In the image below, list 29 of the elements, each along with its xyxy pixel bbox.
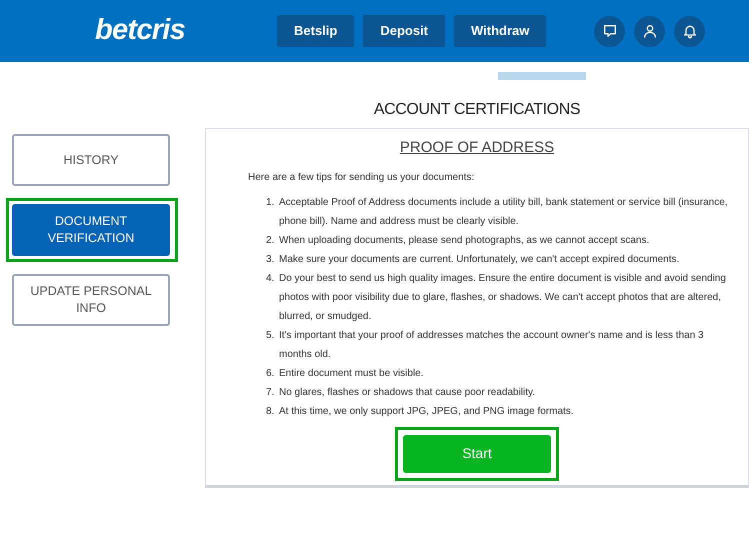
list-number: 8.	[266, 404, 276, 418]
list-number: 4.	[266, 272, 276, 286]
tip-text: Entire document must be visible.	[279, 366, 424, 380]
chat-icon[interactable]	[594, 16, 625, 46]
logo[interactable]: betcris	[95, 9, 255, 53]
tip-text: Make sure your documents are current. Unfortunately, we can't accept expired documents.	[279, 252, 680, 266]
tip-text: At this time, we only support JPG, JPEG, and PNG image formats.	[279, 404, 574, 418]
list-number: 3.	[266, 252, 276, 266]
list-number: 6.	[266, 366, 276, 380]
list-number: 2.	[266, 234, 276, 248]
user-icon[interactable]	[634, 16, 665, 46]
sidebar-tab[interactable]: HISTORY	[12, 134, 170, 186]
tip-text: Acceptable Proof of Address documents include a utility bill, bank statement or service bill (insurance, phone bill). Name and address must be clearly visible.	[279, 196, 729, 228]
tip-text: Do your best to send us high quality images. Ensure the entire document is visible and avoid sending photos with poor visibility due to glare, flashes, or shadows. We can't accept photos that are altered, blurred, or smudged.	[279, 272, 727, 324]
list-number: 1.	[266, 196, 276, 210]
list-number: 7.	[266, 386, 276, 400]
list-number: 5.	[266, 328, 276, 342]
nav-button[interactable]: Withdraw	[454, 15, 546, 47]
panel-title: PROOF OF ADDRESS	[400, 138, 554, 158]
sidebar-tab[interactable]: UPDATE PERSONAL INFO	[12, 274, 170, 326]
nav-button[interactable]: Betslip	[277, 15, 354, 47]
bell-icon[interactable]	[674, 16, 705, 46]
tip-text: It's important that your proof of addresses matches the account owner's name and is less than 3 months old.	[279, 328, 705, 362]
tip-text: No glares, flashes or shadows that cause poor readability.	[279, 386, 536, 400]
intro-text: Here are a few tips for sending us your documents:	[248, 170, 476, 184]
tip-text: When uploading documents, please send photographs, as we cannot accept scans.	[279, 234, 650, 248]
sidebar-tab[interactable]: DOCUMENT VERIFICATION	[12, 204, 170, 256]
page-title: ACCOUNT CERTIFICATIONS	[374, 100, 580, 120]
nav-button[interactable]: Deposit	[363, 15, 446, 47]
